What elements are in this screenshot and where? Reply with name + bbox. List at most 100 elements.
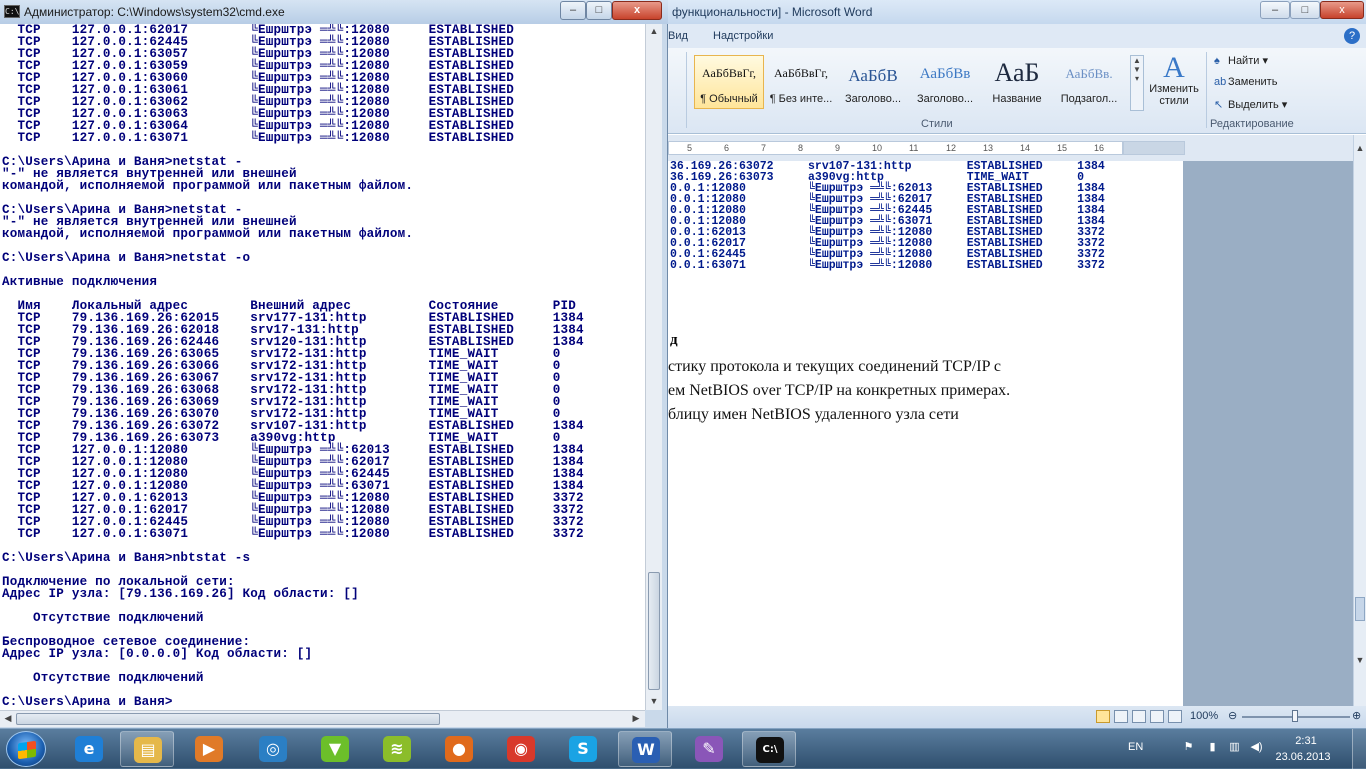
console-line: Отсутствие подключений	[2, 671, 204, 685]
style-option[interactable]: АаБбВвГг, ¶ Без инте...	[766, 55, 836, 109]
console-line: C:\Users\Арина и Ваня>netstat -o	[2, 251, 251, 265]
cmd-vertical-scrollbar[interactable]: ▲ ▼	[645, 24, 662, 710]
help-icon[interactable]: ?	[1344, 28, 1360, 44]
wireless-app-icon: ≋	[383, 736, 411, 762]
taskbar-app[interactable]: ≋	[370, 731, 424, 767]
connection-app-icon: ▼	[321, 736, 349, 762]
style-sample: АаБбВвГг,	[773, 66, 828, 80]
scrollbar-thumb[interactable]	[648, 572, 660, 690]
scroll-up-icon[interactable]: ▲	[1352, 143, 1366, 153]
style-option[interactable]: АаБ Название	[982, 55, 1052, 109]
scrollbar-thumb[interactable]	[1355, 597, 1365, 621]
change-styles-label: Изменить стили	[1149, 83, 1199, 107]
word-titlebar[interactable]: функциональности] - Microsoft Word – □ x	[668, 0, 1366, 24]
zoom-in-icon[interactable]: ⊕	[1352, 709, 1361, 722]
console-line: C:\Users\Арина и Ваня>	[2, 695, 173, 709]
taskbar-app[interactable]: ◉	[494, 731, 548, 767]
word-minimize-button[interactable]: –	[1260, 1, 1290, 19]
tab-addins[interactable]: Надстройки	[713, 30, 773, 42]
style-sample: АаБбВв.	[1065, 66, 1113, 81]
battery-icon[interactable]: ▮	[1206, 740, 1219, 754]
find-label: Найти	[1228, 55, 1260, 67]
cmd-titlebar[interactable]: C:\ Администратор: C:\Windows\system32\c…	[0, 0, 668, 24]
styles-scroll-buttons[interactable]: ▲ ▼ ▾	[1130, 55, 1144, 111]
document-text: стику протокола и текущих соединений TCP…	[668, 355, 1010, 427]
taskbar-app[interactable]: ▶	[182, 731, 236, 767]
scroll-down-icon[interactable]: ▼	[1352, 655, 1366, 665]
clock-time[interactable]: 2:31	[1284, 735, 1328, 747]
taskbar: e ▤ ▶ ◎ ▼ ≋ ● ◉ S W ✎ C:\ EN ⚑ ▮ ▥ ◀) 2:31 23.06.20…	[0, 728, 1366, 769]
change-styles-button[interactable]: A Изменить стили	[1146, 53, 1202, 113]
scroll-down-icon[interactable]: ▼	[646, 696, 662, 706]
style-sample: АаБбВвГг,	[701, 66, 756, 80]
taskbar-app[interactable]: ▤	[120, 731, 174, 767]
show-desktop-button[interactable]	[1352, 729, 1366, 769]
taskbar-app[interactable]: ◎	[246, 731, 300, 767]
taskbar-app[interactable]: ✎	[682, 731, 736, 767]
cmd-console[interactable]: TCP 127.0.0.1:62017 ╚Ешрштрэ ═╩╚:12080 E…	[0, 24, 645, 710]
network-icon[interactable]: ▥	[1228, 740, 1241, 754]
taskbar-app[interactable]: C:\	[742, 731, 796, 767]
language-indicator[interactable]: EN	[1128, 741, 1143, 753]
document-page[interactable]: 36.169.26:63072 srv107-131:http ESTABLIS…	[668, 161, 1183, 706]
ruler-number: 8	[798, 143, 804, 153]
ribbon-separator	[686, 52, 687, 128]
cmd-close-button[interactable]: x	[612, 1, 662, 20]
style-label: ¶ Без инте...	[769, 93, 833, 105]
replace-button[interactable]: ab Заменить	[1214, 76, 1277, 88]
zoom-level[interactable]: 100%	[1190, 710, 1218, 722]
taskbar-app[interactable]: e	[62, 731, 116, 767]
zoom-slider-thumb[interactable]	[1292, 710, 1298, 722]
volume-icon[interactable]: ◀)	[1250, 740, 1263, 754]
explorer-folder-icon: ▤	[134, 737, 162, 763]
word-ribbon: АаБбВвГг, ¶ Обычный АаБбВвГг, ¶ Без инте...…	[668, 48, 1366, 134]
scrollbar-thumb[interactable]	[16, 713, 440, 725]
horizontal-ruler[interactable]: 567891011121314151617	[668, 135, 1353, 161]
word-vertical-scrollbar[interactable]: ▲ ▼	[1353, 135, 1366, 706]
replace-label: Заменить	[1228, 76, 1278, 88]
web-view-icon[interactable]	[1132, 710, 1146, 723]
webcam-app-icon: ◎	[259, 736, 287, 762]
styles-group-label: Стили	[921, 118, 953, 130]
flag-icon[interactable]: ⚑	[1182, 740, 1195, 754]
word-close-button[interactable]: x	[1320, 1, 1364, 19]
document-area: 36.169.26:63072 srv107-131:http ESTABLIS…	[668, 161, 1353, 706]
ruler-number: 6	[724, 143, 730, 153]
tab-view[interactable]: Вид	[668, 30, 688, 42]
change-styles-icon: A	[1163, 51, 1185, 84]
taskbar-app[interactable]: ▼	[308, 731, 362, 767]
reading-view-icon[interactable]	[1114, 710, 1128, 723]
taskbar-app[interactable]: W	[618, 731, 672, 767]
scroll-right-icon[interactable]: ▶	[628, 713, 644, 724]
scroll-left-icon[interactable]: ◀	[0, 713, 16, 724]
cmd-horizontal-scrollbar[interactable]: ◀ ▶	[0, 710, 645, 727]
style-option[interactable]: АаБбВ Заголово...	[838, 55, 908, 109]
document-line: стику протокола и текущих соединений TCP…	[668, 358, 1002, 375]
print-layout-icon[interactable]	[1096, 710, 1110, 723]
console-line: Отсутствие подключений	[2, 611, 204, 625]
style-option[interactable]: АаБбВв Заголово...	[910, 55, 980, 109]
taskbar-app[interactable]: S	[556, 731, 610, 767]
scroll-up-icon[interactable]: ▲	[646, 26, 662, 36]
word-ribbon-tabs: Вид Надстройки ?	[668, 24, 1366, 48]
cmd-window-icon[interactable]: C:\	[4, 5, 20, 18]
outline-view-icon[interactable]	[1150, 710, 1164, 723]
document-line: ем NetBIOS over TCP/IP на конкретных при…	[668, 382, 1011, 399]
ruler-number: 14	[1020, 143, 1031, 153]
draft-view-icon[interactable]	[1168, 710, 1182, 723]
word-icon: W	[632, 737, 660, 763]
clock-date[interactable]: 23.06.2013	[1270, 751, 1336, 763]
cmd-minimize-button[interactable]: –	[560, 1, 586, 20]
find-button[interactable]: ♠ Найти ▾	[1214, 54, 1268, 67]
taskbar-app[interactable]: ●	[432, 731, 486, 767]
style-option[interactable]: АаБбВвГг, ¶ Обычный	[694, 55, 764, 109]
style-sample: АаБ	[994, 58, 1040, 87]
start-button[interactable]	[6, 731, 46, 767]
skype-icon: S	[569, 736, 597, 762]
ruler-number: 13	[983, 143, 994, 153]
style-option[interactable]: АаБбВв. Подзагол...	[1054, 55, 1124, 109]
word-maximize-button[interactable]: □	[1290, 1, 1320, 19]
zoom-out-icon[interactable]: ⊖	[1228, 709, 1237, 722]
cmd-maximize-button[interactable]: □	[586, 1, 612, 20]
select-button[interactable]: ↖ Выделить ▾	[1214, 98, 1287, 111]
